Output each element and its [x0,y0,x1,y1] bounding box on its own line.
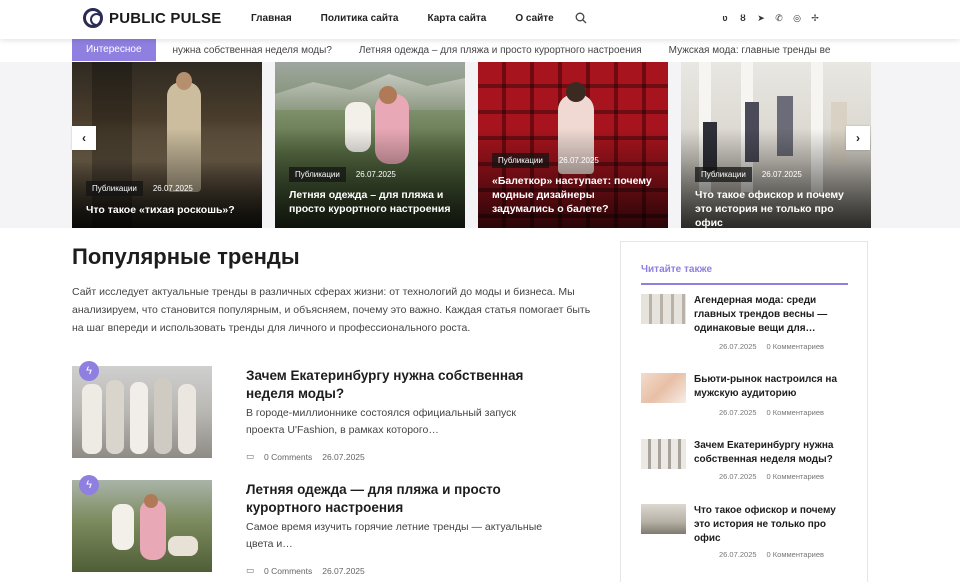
article-title[interactable]: Летняя одежда — для пляжа и просто курор… [246,481,546,517]
nav-item-home[interactable]: Главная [251,13,292,24]
slide-date: 26.07.2025 [152,184,193,193]
sidebar-item-title[interactable]: Агендерная мода: среди главных трендов в… [694,294,849,336]
slide-card[interactable]: Публикации 26.07.2025 «Балеткор» наступае… [478,62,668,228]
sidebar-item-comments[interactable]: 0 Комментариев [767,408,824,417]
article-title[interactable]: Зачем Екатеринбургу нужна собственная не… [246,367,546,403]
sidebar-item-title[interactable]: Что такое офискор и почему это история н… [694,504,849,546]
slide-date: 26.07.2025 [761,170,802,179]
category-tag[interactable]: Публикации [492,153,549,168]
ticker-item[interactable]: Мужская мода: главные тренды ве [669,45,831,56]
nav-item-about[interactable]: О сайте [515,13,553,24]
sidebar-item-date: 26.07.2025 [719,408,757,417]
slider-next-button[interactable]: › [846,126,870,150]
sidebar-item-date: 26.07.2025 [719,342,757,351]
news-ticker: Интересное нужна собственная неделя моды… [72,39,872,61]
article-date: 26.07.2025 [322,565,365,576]
slide-card[interactable]: Публикации 26.07.2025 Что такое офискор и… [681,62,871,228]
slide-card[interactable]: Публикации 26.07.2025 Что такое «тихая ро… [72,62,262,228]
slide-title[interactable]: «Балеткор» наступает: почему модные диза… [492,174,658,216]
article-excerpt: Самое время изучить горячие летние тренд… [246,521,543,550]
article-excerpt: В городе-миллионнике состоялся официальн… [246,407,517,436]
comments-count[interactable]: 0 Comments [264,452,312,462]
article-card: ϟ Зачем Екатеринбургу нужна собственная … [72,361,592,462]
nav-item-policy[interactable]: Политика сайта [321,13,399,24]
search-icon[interactable] [575,12,587,24]
slide-card[interactable]: Публикации 26.07.2025 Летняя одежда – для… [275,62,465,228]
sidebar-read-also: Читайте также Агендерная мода: среди гла… [620,241,868,582]
page-description: Сайт исследует актуальные тренды в разли… [72,286,591,334]
sidebar-thumbnail[interactable] [641,504,686,534]
sidebar-item-comments[interactable]: 0 Комментариев [767,472,824,481]
slider-prev-button[interactable]: ‹ [72,126,96,150]
site-header: PUBLIC PULSE Главная Политика сайта Карт… [0,0,960,39]
featured-slider: Публикации 26.07.2025 Что такое «тихая ро… [0,62,960,228]
sidebar-item-comments[interactable]: 0 Комментариев [767,550,824,559]
sidebar-thumbnail[interactable] [641,373,686,403]
logo-icon [83,8,103,28]
slide-date: 26.07.2025 [558,156,599,165]
ticker-item[interactable]: Летняя одежда – для пляжа и просто курор… [359,45,642,56]
page-title: Популярные тренды [72,244,300,269]
bolt-icon: ϟ [79,361,99,381]
sidebar-title: Читайте также [641,264,713,275]
article-date: 26.07.2025 [322,451,365,462]
sidebar-item-title[interactable]: Зачем Екатеринбургу нужна собственная не… [694,439,849,467]
sidebar-thumbnail[interactable] [641,439,686,469]
sidebar-item-title[interactable]: Бьюти-рынок настроился на мужскую аудито… [694,373,849,401]
ticker-label: Интересное [72,39,156,61]
odnoklassniki-icon[interactable]: ȣ [738,13,748,24]
category-tag[interactable]: Публикации [289,167,346,182]
slide-title[interactable]: Что такое «тихая роскошь»? [86,203,252,217]
sidebar-item-date: 26.07.2025 [719,550,757,559]
ticker-item[interactable]: нужна собственная неделя моды? [173,45,332,56]
main-nav: Главная Политика сайта Карта сайта О сай… [251,13,583,24]
whatsapp-icon[interactable]: ◎ [792,13,802,24]
article-card: ϟ Летняя одежда — для пляжа и просто кур… [72,475,592,576]
bolt-icon: ϟ [79,475,99,495]
category-tag[interactable]: Публикации [86,181,143,196]
sidebar-item-date: 26.07.2025 [719,472,757,481]
comment-icon: ▭ [246,451,255,461]
phone-icon[interactable]: ✆ [774,13,784,24]
vk-icon[interactable]: ʋ [720,13,730,24]
article-meta: ▭ 0 Comments 26.07.2025 [246,451,365,462]
sidebar-item-comments[interactable]: 0 Комментариев [767,342,824,351]
sidebar-thumbnail[interactable] [641,294,686,324]
article-meta: ▭ 0 Comments 26.07.2025 [246,565,365,576]
comment-icon: ▭ [246,565,255,575]
logo[interactable]: PUBLIC PULSE [83,8,221,28]
social-links: ʋ ȣ ➤ ✆ ◎ ✢ [720,13,820,24]
nav-item-sitemap[interactable]: Карта сайта [427,13,486,24]
brand-name: PUBLIC PULSE [109,9,222,27]
category-tag[interactable]: Публикации [695,167,752,182]
slide-title[interactable]: Что такое офискор и почему это история н… [695,188,861,228]
telegram-icon[interactable]: ➤ [756,13,766,24]
slide-title[interactable]: Летняя одежда – для пляжа и просто курор… [289,188,455,216]
zen-icon[interactable]: ✢ [810,13,820,24]
slide-date: 26.07.2025 [355,170,396,179]
sidebar-divider [641,283,848,285]
comments-count[interactable]: 0 Comments [264,566,312,576]
